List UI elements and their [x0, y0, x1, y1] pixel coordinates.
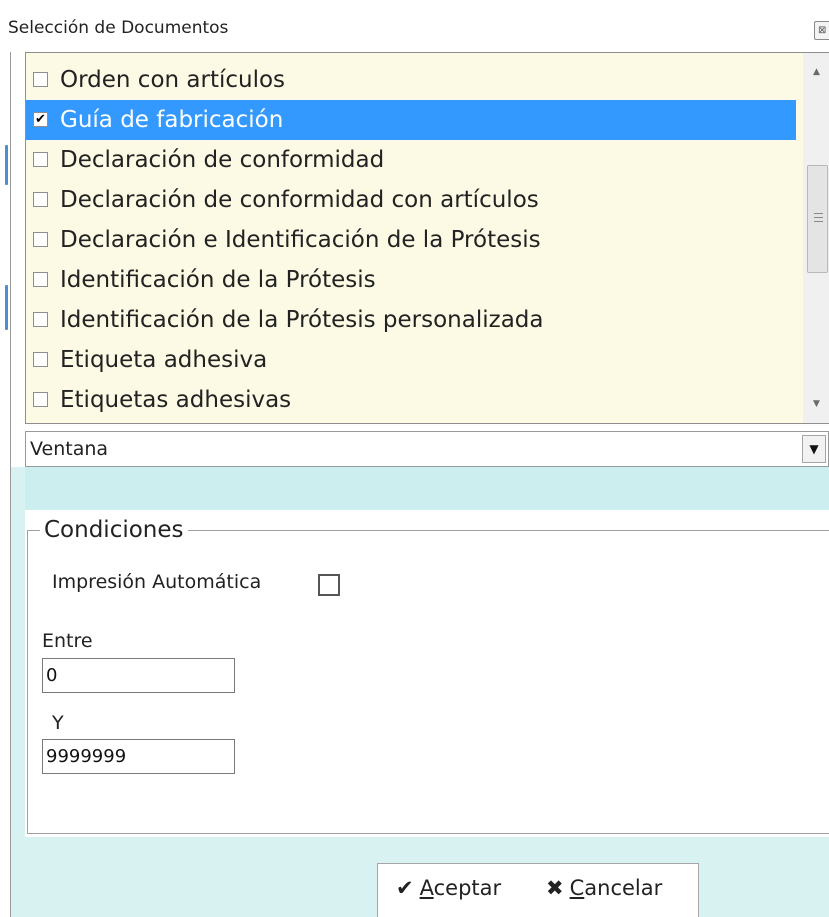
- close-button[interactable]: ⊠: [814, 21, 829, 40]
- document-label: Identificación de la Prótesis personaliz…: [60, 307, 544, 333]
- document-checkbox[interactable]: ✔: [33, 112, 48, 127]
- title-bar: Selección de Documentos ⊠: [0, 0, 829, 52]
- scroll-grip-line: [814, 221, 823, 222]
- document-checkbox[interactable]: [33, 312, 48, 327]
- document-checkbox[interactable]: [33, 232, 48, 247]
- cancel-accelerator: C: [569, 876, 585, 900]
- document-list-item[interactable]: Declaración de conformidad: [26, 140, 796, 180]
- document-label: Identificación de la Prótesis: [60, 267, 376, 293]
- document-list-item[interactable]: ✔ Guía de fabricación: [26, 100, 796, 140]
- document-list-item[interactable]: Etiquetas adhesivas: [26, 380, 796, 420]
- scroll-down-arrow-icon[interactable]: ▼: [803, 393, 829, 415]
- accept-button[interactable]: ✔ Aceptar: [396, 876, 501, 900]
- auto-print-checkbox[interactable]: [318, 574, 340, 596]
- document-list-item[interactable]: Orden con artículos: [26, 60, 796, 100]
- accept-accelerator: A: [419, 876, 434, 900]
- from-label: Entre: [42, 630, 93, 652]
- document-checkbox[interactable]: [33, 392, 48, 407]
- from-input[interactable]: 0: [42, 658, 235, 693]
- cancel-label: ancelar: [584, 876, 663, 900]
- document-label: Etiqueta adhesiva: [60, 347, 268, 373]
- scroll-thumb[interactable]: [807, 165, 828, 273]
- auto-print-label: Impresión Automática: [52, 571, 262, 593]
- to-input[interactable]: 9999999: [42, 739, 235, 774]
- panel-band: [25, 467, 829, 510]
- cancel-button[interactable]: ✖ Cancelar: [546, 876, 662, 900]
- scroll-grip-line: [814, 217, 823, 218]
- document-checkbox[interactable]: [33, 152, 48, 167]
- document-label: Declaración de conformidad: [60, 147, 385, 173]
- window-accent-upper: [5, 145, 8, 185]
- output-select-value: Ventana: [30, 438, 109, 460]
- document-list-item[interactable]: Declaración e Identificación de la Próte…: [26, 220, 796, 260]
- document-label: Declaración de conformidad con artículos: [60, 187, 539, 213]
- conditions-title: Condiciones: [40, 517, 188, 543]
- checkmark-icon: ✔: [396, 876, 414, 900]
- x-icon: ✖: [546, 876, 564, 900]
- document-list-item[interactable]: Etiqueta adhesiva: [26, 340, 796, 380]
- button-bar: ✔ Aceptar ✖ Cancelar: [377, 863, 699, 917]
- document-label: Guía de fabricación: [60, 107, 284, 133]
- document-label: Orden con artículos: [60, 67, 286, 93]
- document-list-item[interactable]: Identificación de la Prótesis personaliz…: [26, 300, 796, 340]
- window-title: Selección de Documentos: [8, 18, 229, 38]
- document-label: Declaración e Identificación de la Próte…: [60, 227, 541, 253]
- output-select[interactable]: Ventana ▼: [25, 431, 829, 467]
- document-checkbox[interactable]: [33, 72, 48, 87]
- scroll-up-arrow-icon[interactable]: ▲: [803, 61, 829, 83]
- scroll-grip-line: [814, 213, 823, 214]
- document-checkbox[interactable]: [33, 272, 48, 287]
- document-checkbox[interactable]: [33, 192, 48, 207]
- accept-label: ceptar: [433, 876, 502, 900]
- document-list-item[interactable]: Identificación de la Prótesis: [26, 260, 796, 300]
- close-icon: ⊠: [818, 25, 827, 36]
- document-list[interactable]: Orden con artículos ✔ Guía de fabricación D…: [25, 52, 829, 424]
- list-scrollbar[interactable]: ▲ ▼: [803, 53, 829, 423]
- to-label: Y: [52, 712, 64, 734]
- window-accent-lower: [5, 285, 8, 330]
- chevron-down-icon: ▼: [809, 442, 819, 456]
- document-list-item[interactable]: Declaración de conformidad con artículos: [26, 180, 796, 220]
- document-checkbox[interactable]: [33, 352, 48, 367]
- document-label: Etiquetas adhesivas: [60, 387, 292, 413]
- dropdown-button[interactable]: ▼: [802, 435, 826, 463]
